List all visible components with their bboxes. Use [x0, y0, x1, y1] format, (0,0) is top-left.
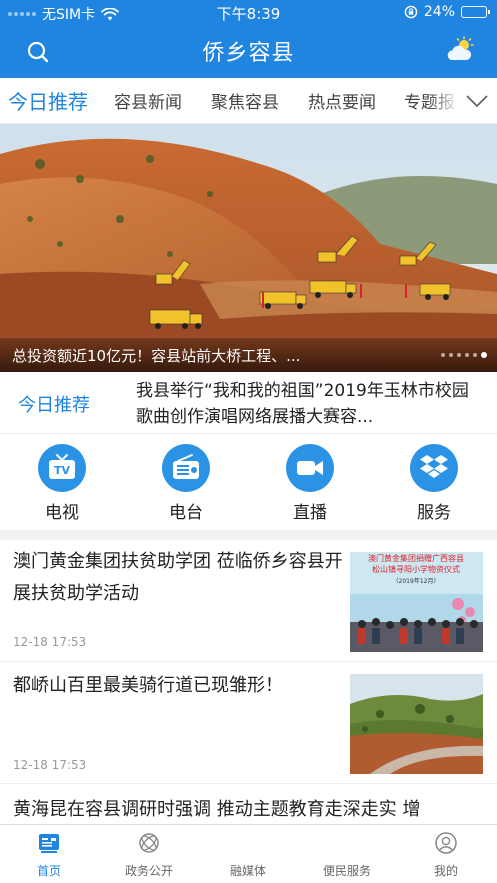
quick-link-label: 服务	[417, 503, 451, 523]
app-title: 侨乡容县	[202, 41, 295, 66]
news-item[interactable]: 黄海昆在容县调研时强调 推动主题教育走深走实 增	[0, 784, 497, 824]
tabbar-profile[interactable]: 我的	[401, 831, 491, 879]
government-icon	[139, 833, 159, 853]
thumb-banner-line: 松山镇寻阳小学物资仪式	[372, 564, 460, 574]
profile-icon	[435, 832, 457, 854]
tabbar-service[interactable]: 便民服务	[302, 831, 392, 879]
video-camera-icon	[297, 461, 323, 475]
carousel-dot[interactable]	[473, 353, 477, 357]
news-time: 12-18 17:53	[13, 758, 87, 772]
chevron-down-icon	[466, 95, 488, 108]
weather-icon[interactable]	[445, 36, 475, 64]
quick-link-live[interactable]: 直播	[270, 444, 350, 523]
tabbar-label: 融媒体	[229, 864, 266, 878]
orientation-lock-icon	[404, 5, 418, 19]
tabbar-media[interactable]: 融媒体	[203, 831, 293, 879]
hero-caption: 总投资额近10亿元！容县站前大桥工程、...	[12, 347, 301, 365]
thumb-banner-line: 澳门黄金集团捐赠广西容县	[368, 553, 464, 563]
svg-text:TV: TV	[54, 464, 71, 477]
media-icon	[236, 831, 260, 855]
quick-link-label: 电视	[45, 503, 79, 523]
battery-percent: 24%	[423, 4, 455, 20]
news-thumbnail	[350, 674, 483, 774]
thumb-banner-line: （2019年12月）	[393, 577, 440, 585]
tabbar-label: 我的	[433, 864, 458, 878]
service-icon	[335, 831, 359, 855]
tv-icon: TV	[49, 454, 75, 479]
news-thumbnail: 澳门黄金集团捐赠广西容县 松山镇寻阳小学物资仪式 （2019年12月）	[350, 552, 483, 652]
quick-link-service[interactable]: 服务	[394, 444, 474, 523]
home-icon	[39, 834, 59, 853]
tabbar-label: 便民服务	[322, 864, 371, 878]
carousel-dot[interactable]	[481, 352, 487, 358]
tab-county-news[interactable]: 容县新闻	[114, 88, 182, 113]
quick-link-label: 直播	[293, 503, 327, 523]
carousel-dot[interactable]	[441, 353, 445, 357]
recommend-ticker[interactable]: 今日推荐 我县举行“我和我的祖国”2019年玉林市校园歌曲创作演唱网络展播大赛容…	[0, 372, 497, 434]
recommend-tag: 今日推荐	[18, 395, 90, 416]
status-bar: 无SIM卡 下午8:39 24%	[0, 0, 497, 26]
news-item[interactable]: 澳门黄金集团扶贫助学团 莅临侨乡容县开展扶贫助学活动 12-18 17:53 澳…	[0, 540, 497, 662]
news-title: 黄海昆在容县调研时强调 推动主题教育走深走实 增	[13, 799, 421, 820]
news-item[interactable]: 都峤山百里最美骑行道已现雏形！ 12-18 17:53	[0, 662, 497, 784]
quick-links: TV 电视 电台 直播 服务	[0, 434, 497, 530]
carousel-dot[interactable]	[457, 353, 461, 357]
tabbar-label: 首页	[36, 864, 61, 878]
hero-carousel[interactable]: 总投资额近10亿元！容县站前大桥工程、...	[0, 124, 497, 372]
carousel-dots	[441, 352, 487, 358]
dropbox-icon	[420, 455, 448, 478]
section-divider	[0, 530, 497, 540]
channel-more-button[interactable]	[457, 78, 497, 123]
recommend-headline[interactable]: 我县举行“我和我的祖国”2019年玉林市校园歌曲创作演唱网络展播大赛容...	[136, 378, 476, 430]
tab-hot-news[interactable]: 热点要闻	[308, 88, 376, 113]
quick-link-tv[interactable]: TV 电视	[22, 444, 102, 523]
radio-icon	[173, 454, 199, 479]
battery-icon	[461, 6, 490, 18]
tabbar-government[interactable]: 政务公开	[104, 831, 194, 879]
top-bar: 无SIM卡 下午8:39 24% 侨乡容县	[0, 0, 497, 78]
quick-link-radio[interactable]: 电台	[146, 444, 226, 523]
hero-image	[0, 124, 497, 372]
bottom-tab-bar: 首页 政务公开 融媒体 便民服务 我的	[0, 824, 497, 883]
news-title: 都峤山百里最美骑行道已现雏形！	[13, 675, 283, 696]
channel-tabs: 今日推荐 容县新闻 聚焦容县 热点要闻 专题报道	[0, 78, 497, 124]
tab-focus[interactable]: 聚焦容县	[211, 88, 279, 113]
carousel-dot[interactable]	[465, 353, 469, 357]
news-time: 12-18 17:53	[13, 635, 87, 649]
tabbar-label: 政务公开	[124, 864, 173, 878]
carousel-dot[interactable]	[449, 353, 453, 357]
news-title: 澳门黄金集团扶贫助学团 莅临侨乡容县开展扶贫助学活动	[13, 551, 343, 604]
tabbar-home[interactable]: 首页	[4, 831, 94, 879]
tab-today[interactable]: 今日推荐	[8, 86, 88, 115]
quick-link-label: 电台	[169, 503, 203, 523]
